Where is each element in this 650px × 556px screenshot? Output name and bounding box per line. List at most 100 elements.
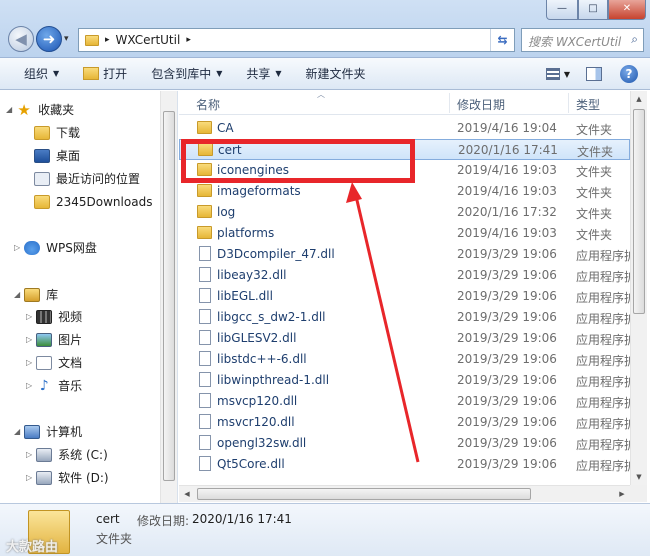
file-row[interactable]: imageformats 2019/4/16 19:03 文件夹 <box>179 181 630 202</box>
recent-places-icon <box>34 172 50 186</box>
sidebar-item-d-drive[interactable]: ▷ 软件 (D:) <box>26 468 109 488</box>
file-row[interactable]: msvcr120.dll 2019/3/29 19:06 应用程序扩 <box>179 412 630 433</box>
file-row[interactable]: libgcc_s_dw2-1.dll 2019/3/29 19:06 应用程序扩 <box>179 307 630 328</box>
file-row[interactable]: log 2020/1/16 17:32 文件夹 <box>179 202 630 223</box>
file-modified-date: 2019/3/29 19:06 <box>457 436 557 450</box>
chevron-down-icon[interactable]: ◢ <box>14 285 20 305</box>
dll-file-icon <box>199 288 211 303</box>
file-type: 文件夹 <box>576 165 613 179</box>
share-menu[interactable]: 共享 ▼ <box>246 65 281 82</box>
file-row[interactable]: CA 2019/4/16 19:04 文件夹 <box>179 118 630 139</box>
details-type: 文件夹 <box>96 532 133 546</box>
file-row[interactable]: platforms 2019/4/16 19:03 文件夹 <box>179 223 630 244</box>
file-row[interactable]: D3Dcompiler_47.dll 2019/3/29 19:06 应用程序扩 <box>179 244 630 265</box>
chevron-right-icon[interactable]: ▷ <box>26 330 32 350</box>
breadcrumb-wxcertutil[interactable]: WXCertUtil <box>116 33 181 47</box>
file-row[interactable]: libstdc++-6.dll 2019/3/29 19:06 应用程序扩 <box>179 349 630 370</box>
address-bar[interactable]: ▸ WXCertUtil ▸ ⇆ <box>78 28 515 52</box>
recent-pages-dropdown[interactable]: ▾ <box>64 34 69 44</box>
file-row[interactable]: msvcp120.dll 2019/3/29 19:06 应用程序扩 <box>179 391 630 412</box>
column-header-name[interactable]: 名称 <box>196 96 220 113</box>
column-header-type[interactable]: 类型 <box>576 96 600 113</box>
sidebar-item-favorites[interactable]: ◢ ★ 收藏夹 <box>6 100 74 120</box>
scroll-up-arrow[interactable]: ▲ <box>631 91 647 107</box>
chevron-right-icon[interactable]: ▷ <box>26 307 32 327</box>
sidebar-item-c-drive[interactable]: ▷ 系统 (C:) <box>26 445 108 465</box>
file-type: 应用程序扩 <box>576 354 630 368</box>
close-button[interactable]: ✕ <box>608 0 646 20</box>
file-row[interactable]: opengl32sw.dll 2019/3/29 19:06 应用程序扩 <box>179 433 630 454</box>
chevron-right-icon[interactable]: ▷ <box>26 445 32 465</box>
forward-button[interactable]: ➜ <box>36 26 62 52</box>
column-header-date[interactable]: 修改日期 <box>457 96 505 113</box>
file-name: libEGL.dll <box>217 289 273 303</box>
chevron-right-icon[interactable]: ▷ <box>26 353 32 373</box>
sidebar-item-desktop[interactable]: 桌面 <box>34 146 80 166</box>
sidebar-item-pictures[interactable]: ▷ 图片 <box>26 330 82 350</box>
search-icon[interactable]: ⌕ <box>631 32 638 47</box>
file-row[interactable]: Qt5Core.dll 2019/3/29 19:06 应用程序扩 <box>179 454 630 475</box>
sidebar-item-2345downloads[interactable]: 2345Downloads <box>34 192 152 212</box>
chevron-right-icon[interactable]: ▷ <box>26 376 32 396</box>
file-modified-date: 2019/4/16 19:03 <box>457 226 557 240</box>
file-type: 应用程序扩 <box>576 396 630 410</box>
scroll-left-arrow[interactable]: ◀ <box>179 486 195 502</box>
scroll-down-arrow[interactable]: ▼ <box>631 469 647 485</box>
file-name: libeay32.dll <box>217 268 287 282</box>
vertical-scrollbar[interactable]: ▲ ▼ <box>630 91 647 485</box>
new-folder-button[interactable]: 新建文件夹 <box>306 65 366 82</box>
file-modified-date: 2019/3/29 19:06 <box>457 457 557 471</box>
breadcrumb-separator[interactable]: ▸ <box>186 35 191 45</box>
chevron-down-icon[interactable]: ▼ <box>564 70 570 79</box>
column-divider[interactable] <box>568 93 569 113</box>
back-button[interactable]: ◀ <box>8 26 34 52</box>
details-modified-value: 2020/1/16 17:41 <box>192 512 292 526</box>
navigation-scrollbar[interactable] <box>160 91 177 503</box>
chevron-right-icon[interactable]: ▷ <box>14 238 20 258</box>
sidebar-item-wps[interactable]: ▷ WPS网盘 <box>14 238 97 258</box>
sidebar-item-downloads[interactable]: 下载 <box>34 123 80 143</box>
open-button[interactable]: 打开 <box>83 65 127 82</box>
annotation-highlight-box <box>181 139 415 183</box>
organize-menu[interactable]: 组织 ▼ <box>24 65 59 82</box>
scrollbar-thumb[interactable] <box>163 111 175 481</box>
scrollbar-thumb[interactable] <box>633 109 645 314</box>
column-divider[interactable] <box>449 93 450 113</box>
chevron-down-icon[interactable]: ◢ <box>6 100 12 120</box>
sidebar-item-video[interactable]: ▷ 视频 <box>26 307 82 327</box>
chevron-down-icon[interactable]: ◢ <box>14 422 20 442</box>
sidebar-label: 库 <box>46 288 59 302</box>
new-folder-label: 新建文件夹 <box>305 67 366 81</box>
file-row[interactable]: libEGL.dll 2019/3/29 19:06 应用程序扩 <box>179 286 630 307</box>
horizontal-scrollbar[interactable]: ◀ ▶ <box>179 485 630 502</box>
help-icon[interactable]: ? <box>620 65 638 83</box>
breadcrumb-separator[interactable]: ▸ <box>105 35 110 45</box>
change-view-icon[interactable] <box>545 68 560 80</box>
sidebar-item-computer[interactable]: ◢ 计算机 <box>14 422 82 442</box>
scrollbar-thumb[interactable] <box>197 488 531 500</box>
file-type: 应用程序扩 <box>576 291 630 305</box>
file-row[interactable]: libGLESV2.dll 2019/3/29 19:06 应用程序扩 <box>179 328 630 349</box>
sidebar-item-music[interactable]: ▷ ♪ 音乐 <box>26 376 82 396</box>
file-row[interactable]: libeay32.dll 2019/3/29 19:06 应用程序扩 <box>179 265 630 286</box>
scroll-right-arrow[interactable]: ▶ <box>614 486 630 502</box>
maximize-button[interactable]: □ <box>578 0 608 20</box>
file-type: 应用程序扩 <box>576 417 630 431</box>
chevron-right-icon[interactable]: ▷ <box>26 468 32 488</box>
file-modified-date: 2019/3/29 19:06 <box>457 247 557 261</box>
search-input[interactable]: 搜索 WXCertUtil ⌕ <box>521 28 644 52</box>
sidebar-item-libraries[interactable]: ◢ 库 <box>14 285 58 305</box>
dll-file-icon <box>199 246 211 261</box>
preview-pane-icon[interactable] <box>586 67 602 81</box>
folder-icon <box>197 184 212 197</box>
sidebar-label: 音乐 <box>58 379 83 393</box>
file-row[interactable]: libwinpthread-1.dll 2019/3/29 19:06 应用程序扩 <box>179 370 630 391</box>
minimize-button[interactable]: — <box>546 0 578 20</box>
watermark: 大款路由 <box>6 540 59 555</box>
refresh-button[interactable]: ⇆ <box>490 29 514 51</box>
sidebar-item-documents[interactable]: ▷ 文档 <box>26 353 82 373</box>
include-in-library-menu[interactable]: 包含到库中 ▼ <box>151 65 222 82</box>
sidebar-item-recent[interactable]: 最近访问的位置 <box>34 169 140 189</box>
share-label: 共享 <box>246 67 271 81</box>
file-type: 应用程序扩 <box>576 270 630 284</box>
